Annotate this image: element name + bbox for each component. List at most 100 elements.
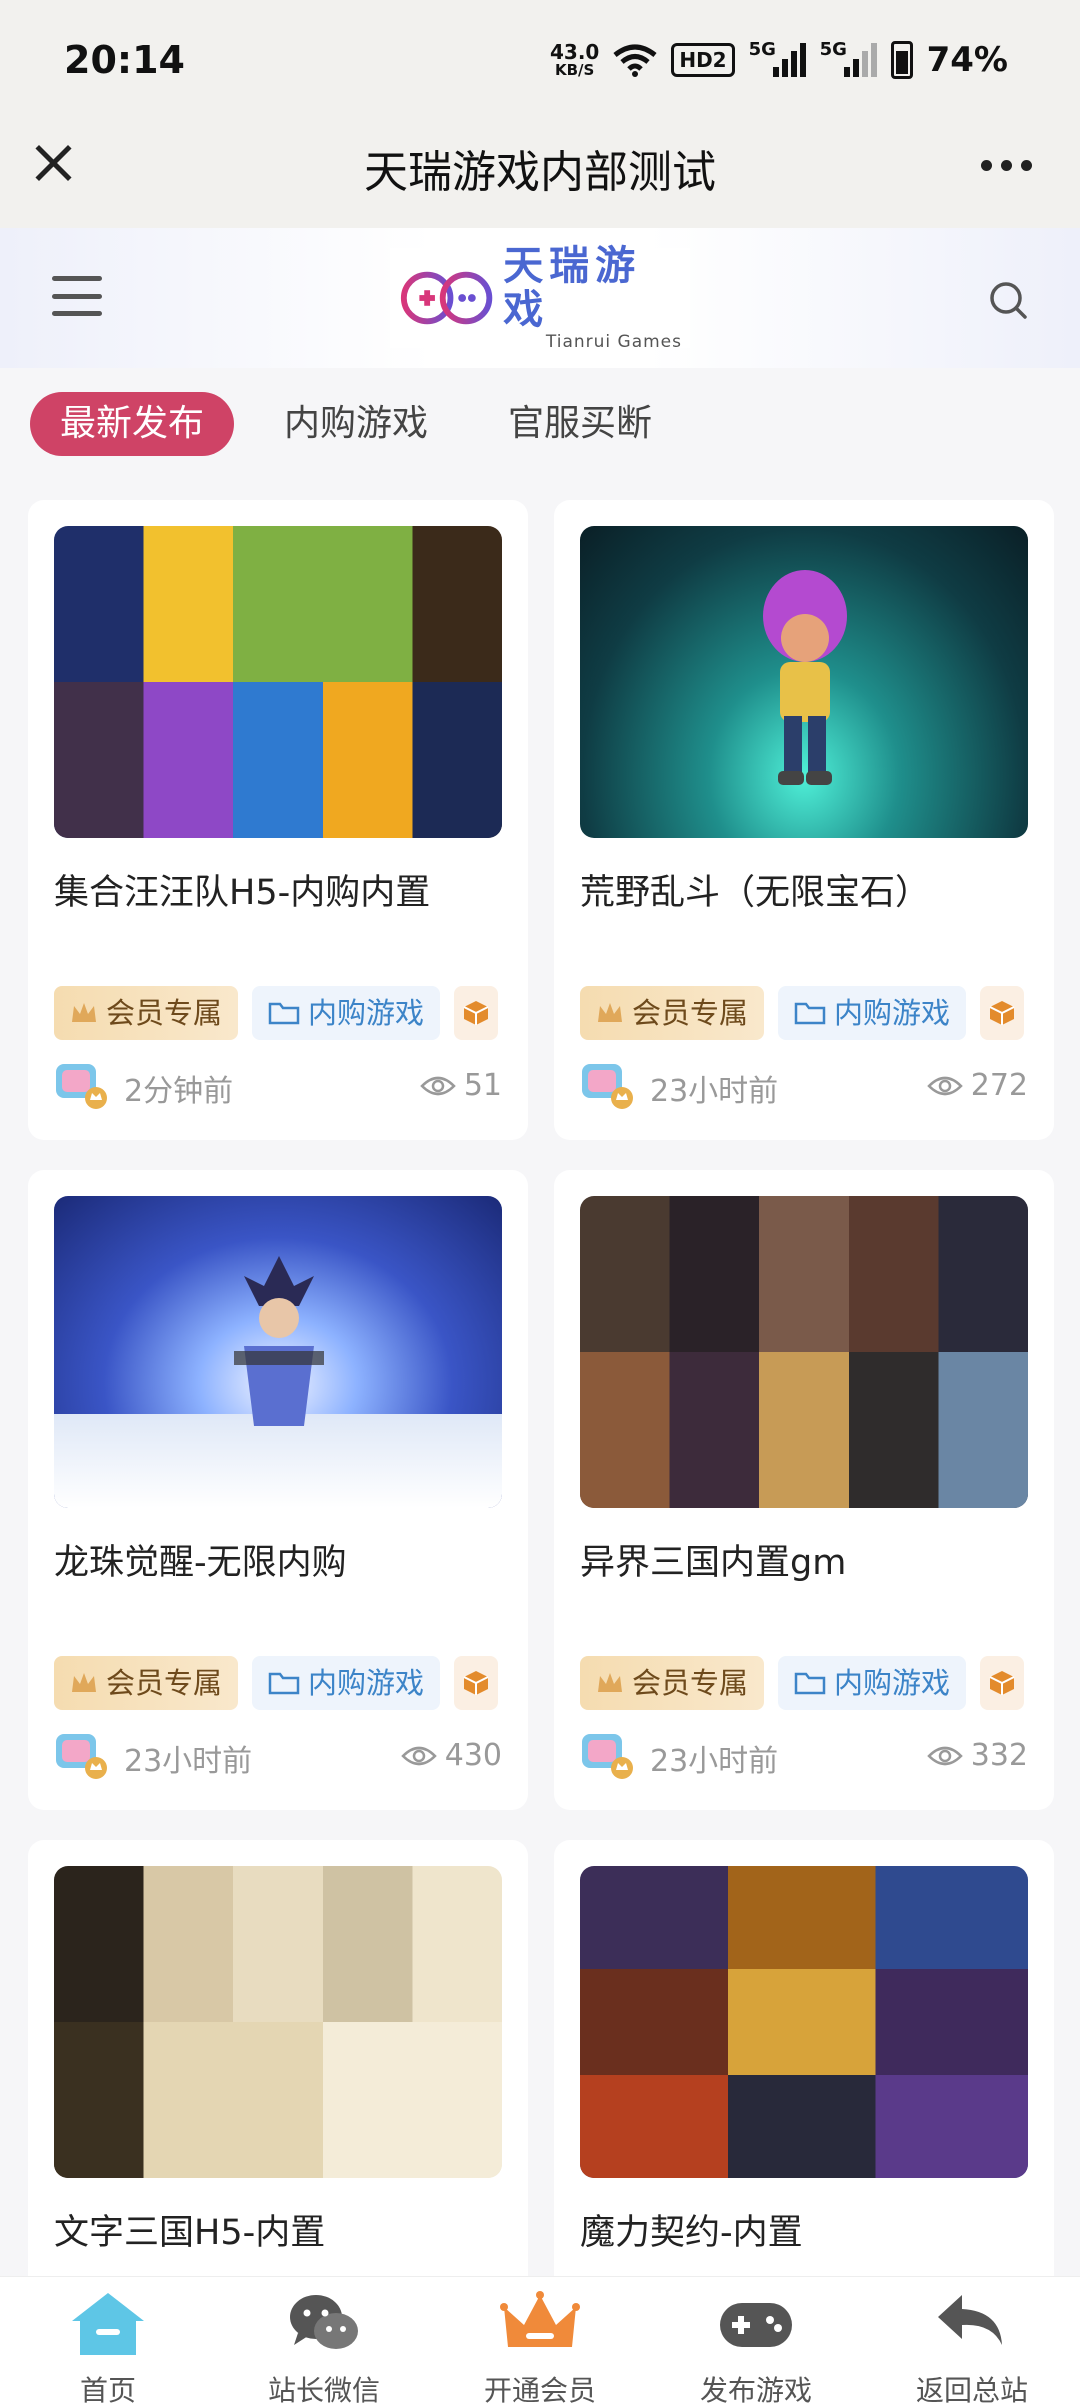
view-count: 51 [420, 1068, 502, 1103]
game-thumbnail[interactable] [580, 1866, 1028, 2178]
card-meta: 23小时前 332 [580, 1730, 1028, 1780]
game-thumbnail[interactable] [54, 526, 502, 838]
battery-percent: 74% [926, 40, 1008, 80]
home-icon [72, 2293, 144, 2355]
search-icon[interactable] [988, 280, 1028, 320]
iap-tag[interactable]: 内购游戏 [252, 986, 441, 1040]
crown-icon [72, 1673, 96, 1692]
battery-icon [890, 41, 913, 79]
back-arrow-icon [938, 2295, 1002, 2345]
page-title: 天瑞游戏内部测试 [364, 147, 716, 198]
game-thumbnail[interactable] [54, 1866, 502, 2178]
nav-publish-label: 发布游戏 [699, 2374, 812, 2406]
box-tag[interactable] [980, 986, 1025, 1040]
iap-tag-label: 内购游戏 [834, 1666, 951, 1700]
folder-icon [794, 1002, 826, 1025]
box-icon [463, 1001, 489, 1025]
game-card[interactable]: 荒野乱斗（无限宝石） 会员专属 内购游戏 23小时前 272 [554, 500, 1054, 1140]
vip-tag-label: 会员专属 [106, 996, 223, 1030]
game-title[interactable]: 魔力契约-内置 [580, 2204, 803, 2255]
iap-tag-label: 内购游戏 [308, 996, 425, 1030]
character-art [234, 1256, 324, 1426]
logo-text-en: Tianrui Games [545, 332, 682, 352]
view-count: 272 [926, 1068, 1028, 1103]
nav-home[interactable]: 首页 [0, 2277, 216, 2406]
title-bar: 天瑞游戏内部测试 [0, 120, 1080, 228]
card-meta: 2分钟前 51 [54, 1060, 502, 1110]
character-art [763, 570, 847, 785]
game-card[interactable]: 异界三国内置gm 会员专属 内购游戏 23小时前 332 [554, 1170, 1054, 1810]
iap-tag[interactable]: 内购游戏 [778, 1656, 967, 1710]
more-icon[interactable] [981, 160, 1032, 171]
game-card[interactable]: 龙珠觉醒-无限内购 会员专属 内购游戏 23小时前 430 [28, 1170, 528, 1810]
box-icon [463, 1671, 489, 1695]
game-title[interactable]: 文字三国H5-内置 [54, 2204, 325, 2255]
logo-text-cn: 天瑞游戏 [503, 243, 642, 333]
nav-home-label: 首页 [79, 2374, 136, 2406]
tab-latest[interactable]: 最新发布 [30, 392, 235, 456]
box-icon [989, 1671, 1015, 1695]
nav-back-main[interactable]: 返回总站 [864, 2277, 1080, 2406]
nav-back-main-label: 返回总站 [915, 2374, 1028, 2406]
gamepad-logo-icon [400, 271, 493, 325]
post-time: 2分钟前 [124, 1074, 234, 1109]
nav-wechat[interactable]: 站长微信 [216, 2277, 432, 2406]
wifi-icon [613, 44, 657, 77]
category-tabs: 最新发布 内购游戏 官服买断 [30, 392, 682, 456]
game-thumbnail[interactable] [580, 526, 1028, 838]
vip-tag-label: 会员专属 [632, 1666, 749, 1700]
folder-icon [794, 1672, 826, 1695]
game-title[interactable]: 荒野乱斗（无限宝石） [580, 864, 930, 915]
crown-icon [500, 2291, 580, 2347]
post-time: 23小时前 [650, 1074, 779, 1109]
hd-badge: HD2 [671, 43, 735, 77]
vip-tag[interactable]: 会员专属 [580, 986, 765, 1040]
iap-tag-label: 内购游戏 [834, 996, 951, 1030]
tag-list: 会员专属 内购游戏 [580, 1656, 1028, 1710]
vip-tag[interactable]: 会员专属 [54, 986, 239, 1040]
game-title[interactable]: 龙珠觉醒-无限内购 [54, 1534, 347, 1585]
vip-tag-label: 会员专属 [632, 996, 749, 1030]
game-title[interactable]: 集合汪汪队H5-内购内置 [54, 864, 430, 915]
game-thumbnail[interactable] [54, 1196, 502, 1508]
view-count-value: 430 [444, 1738, 502, 1773]
crown-icon [72, 1003, 96, 1022]
nav-vip[interactable]: 开通会员 [432, 2277, 648, 2406]
tab-official-buyout[interactable]: 官服买断 [478, 392, 682, 456]
folder-icon [268, 1002, 300, 1025]
eye-icon [926, 1076, 963, 1095]
vip-tag[interactable]: 会员专属 [54, 1656, 239, 1710]
avatar [582, 1064, 633, 1109]
iap-tag[interactable]: 内购游戏 [252, 1656, 441, 1710]
menu-icon[interactable] [52, 276, 102, 316]
game-card[interactable]: 集合汪汪队H5-内购内置 会员专属 内购游戏 2分钟前 51 [28, 500, 528, 1140]
eye-icon [926, 1746, 963, 1765]
iap-tag-label: 内购游戏 [308, 1666, 425, 1700]
box-tag[interactable] [454, 1656, 499, 1710]
status-time: 20:14 [64, 38, 185, 82]
card-meta: 23小时前 272 [580, 1060, 1028, 1110]
avatar [56, 1734, 107, 1779]
tag-list: 会员专属 内购游戏 [54, 1656, 502, 1710]
signal-1-icon: 5G [749, 39, 806, 77]
tag-list: 会员专属 内购游戏 [580, 986, 1028, 1040]
post-time: 23小时前 [650, 1744, 779, 1779]
box-tag[interactable] [980, 1656, 1025, 1710]
net-speed-unit: KB/S [554, 61, 595, 79]
signal-1-label: 5G [748, 39, 776, 60]
nav-vip-label: 开通会员 [483, 2374, 596, 2406]
view-count: 430 [400, 1738, 502, 1773]
game-title[interactable]: 异界三国内置gm [580, 1534, 846, 1585]
box-tag[interactable] [454, 986, 499, 1040]
tab-iap-games[interactable]: 内购游戏 [254, 392, 458, 456]
crown-icon [598, 1673, 622, 1692]
iap-tag[interactable]: 内购游戏 [778, 986, 967, 1040]
view-count: 332 [926, 1738, 1028, 1773]
vip-tag[interactable]: 会员专属 [580, 1656, 765, 1710]
card-meta: 23小时前 430 [54, 1730, 502, 1780]
site-logo[interactable]: 天瑞游戏 Tianrui Games [390, 244, 690, 352]
nav-publish[interactable]: 发布游戏 [648, 2277, 864, 2406]
game-thumbnail[interactable] [580, 1196, 1028, 1508]
bottom-nav: 首页 站长微信 开通会员 发布游戏 返回总站 [0, 2276, 1080, 2406]
avatar [582, 1734, 633, 1779]
